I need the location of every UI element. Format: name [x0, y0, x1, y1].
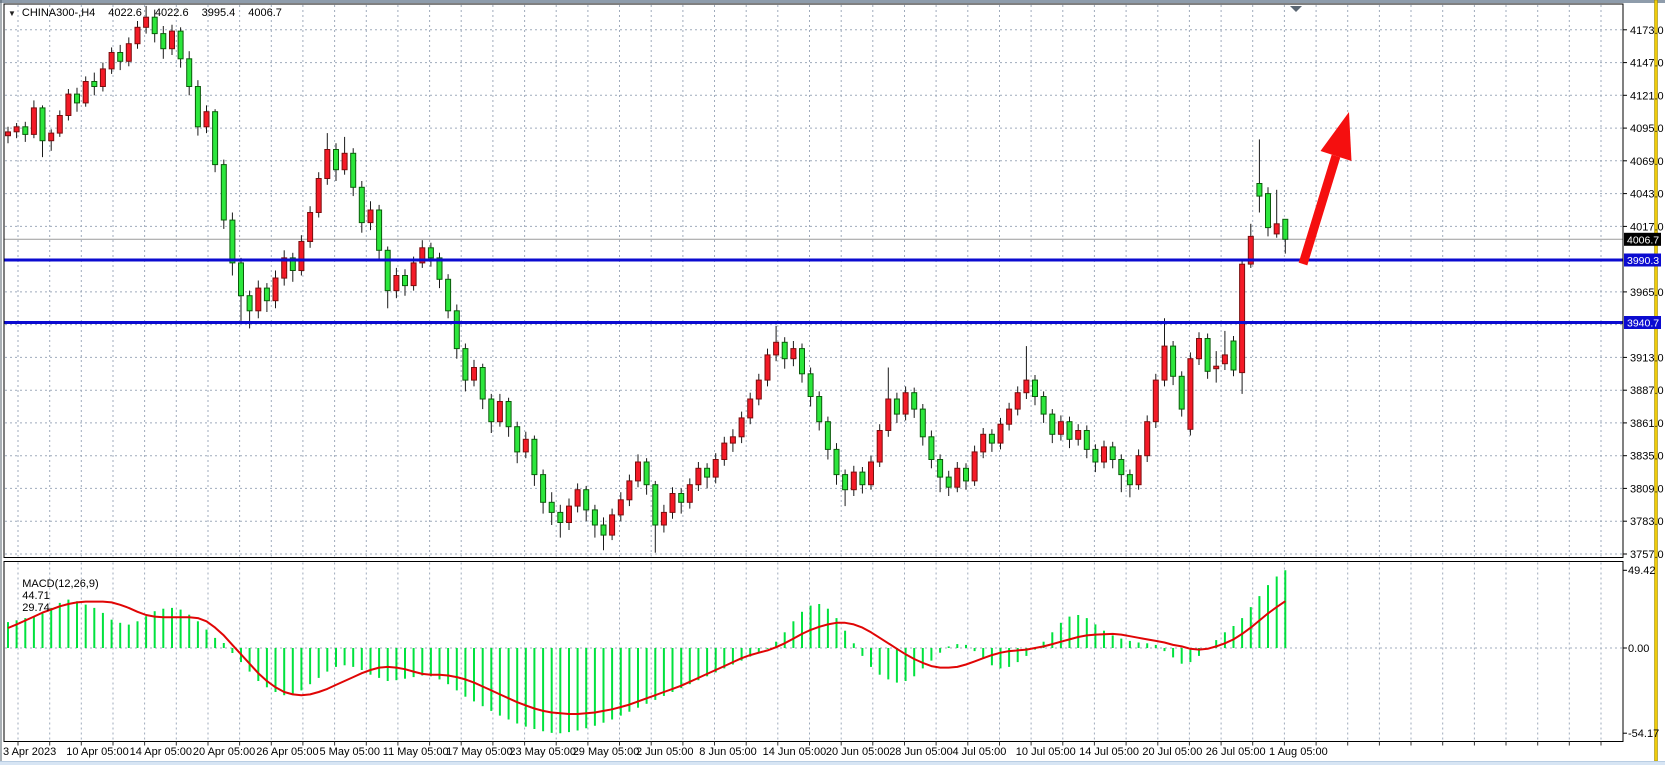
- time-tick-label: 14 Apr 05:00: [130, 746, 192, 758]
- macd-histogram: [8, 570, 1285, 733]
- price-tick-label: 4173.0: [1630, 25, 1664, 37]
- price-tick-label: 4095.0: [1630, 123, 1664, 135]
- time-tick-label: 20 Jul 05:00: [1142, 746, 1202, 758]
- price-tick-label: 4069.0: [1630, 156, 1664, 168]
- mt4-chart-window: 4173.0 4147.0 4121.0 4095.0 4069.0 4043.0 4017…: [0, 0, 1665, 765]
- macd-axis[interactable]: 49.42 0.00 -54.17: [1623, 565, 1659, 740]
- macd-tick-label: 49.42: [1628, 565, 1656, 577]
- macd-indicator-label: MACD(12,26,9) 44.71 29.74: [10, 566, 106, 626]
- time-tick-label: 1 Aug 05:00: [1269, 746, 1328, 758]
- time-tick-label: 14 Jun 05:00: [763, 746, 827, 758]
- time-tick-label: 29 May 05:00: [573, 746, 640, 758]
- ohlc-close: 4006.7: [248, 7, 282, 19]
- price-tick-label: 4121.0: [1630, 90, 1664, 102]
- price-tick-label: 4043.0: [1630, 189, 1664, 201]
- time-tick-label: 8 Jun 05:00: [699, 746, 757, 758]
- symbol-dropdown-icon[interactable]: ▼: [8, 8, 16, 19]
- time-tick-label: 14 Jul 05:00: [1079, 746, 1139, 758]
- time-tick-label: 26 Apr 05:00: [256, 746, 318, 758]
- time-tick-label: 5 May 05:00: [320, 746, 381, 758]
- time-tick-label: 11 May 05:00: [383, 746, 449, 758]
- price-tick-label: 4017.0: [1630, 221, 1664, 233]
- time-tick-label: 17 May 05:00: [446, 746, 513, 758]
- candlestick-series: [6, 6, 1288, 553]
- time-tick-label: 26 Jul 05:00: [1206, 746, 1266, 758]
- svg-text:3940.7: 3940.7: [1627, 318, 1659, 330]
- symbol-period-label: CHINA300-,H4: [22, 7, 95, 19]
- grid-lines: [5, 5, 1622, 741]
- chart-title: ▼ CHINA300-,H4 4022.6 4022.6 3995.4 4006…: [8, 7, 289, 19]
- price-tick-label: 3887.0: [1630, 385, 1664, 397]
- price-tick-label: 3861.0: [1630, 418, 1664, 430]
- price-tick-label: 3809.0: [1630, 483, 1664, 495]
- svg-text:3990.3: 3990.3: [1627, 255, 1659, 267]
- window-bottom-edge: [0, 761, 1665, 765]
- ohlc-open: 4022.6: [108, 7, 142, 19]
- price-tick-label: 3783.0: [1630, 516, 1664, 528]
- price-tick-label: 3835.0: [1630, 451, 1664, 463]
- time-tick-label: 20 Apr 05:00: [193, 746, 255, 758]
- price-tick-label: 3965.0: [1630, 287, 1664, 299]
- time-tick-label: 10 Jul 05:00: [1016, 746, 1076, 758]
- trend-arrow[interactable]: [1303, 112, 1352, 264]
- chart-shift-marker: [1290, 6, 1302, 12]
- chart-canvas[interactable]: 4173.0 4147.0 4121.0 4095.0 4069.0 4043.0 4017…: [0, 0, 1665, 765]
- time-tick-label: 20 Jun 05:00: [826, 746, 890, 758]
- macd-value: 44.71: [22, 590, 50, 602]
- price-tick-label: 4147.0: [1630, 58, 1664, 70]
- time-tick-label: 2 Jun 05:00: [636, 746, 694, 758]
- time-tick-label: 10 Apr 05:00: [66, 746, 128, 758]
- price-tick-label: 3913.0: [1630, 352, 1664, 364]
- ohlc-low: 3995.4: [202, 7, 236, 19]
- time-tick-label: 4 Jul 05:00: [953, 746, 1007, 758]
- macd-tick-label: 0.00: [1628, 643, 1649, 655]
- macd-name: MACD(12,26,9): [22, 578, 98, 590]
- ohlc-high: 4022.6: [155, 7, 189, 19]
- right-edge-marker[interactable]: [1655, 0, 1658, 761]
- price-tick-label: 3757.0: [1630, 549, 1664, 561]
- svg-text:4006.7: 4006.7: [1627, 234, 1659, 246]
- price-tag-4006.7: 4006.7: [1624, 233, 1661, 247]
- price-tag-3990.3: 3990.3: [1624, 254, 1661, 268]
- macd-signal-value: 29.74: [22, 602, 50, 614]
- time-tick-label: 3 Apr 2023: [3, 746, 56, 758]
- time-axis[interactable]: 3 Apr 2023 10 Apr 05:0014 Apr 05:0020 Apr…: [3, 742, 1601, 759]
- macd-tick-label: -54.17: [1628, 728, 1659, 740]
- time-tick-label: 28 Jun 05:00: [889, 746, 953, 758]
- time-tick-label: 23 May 05:00: [509, 746, 576, 758]
- price-tag-3940.7: 3940.7: [1624, 316, 1661, 330]
